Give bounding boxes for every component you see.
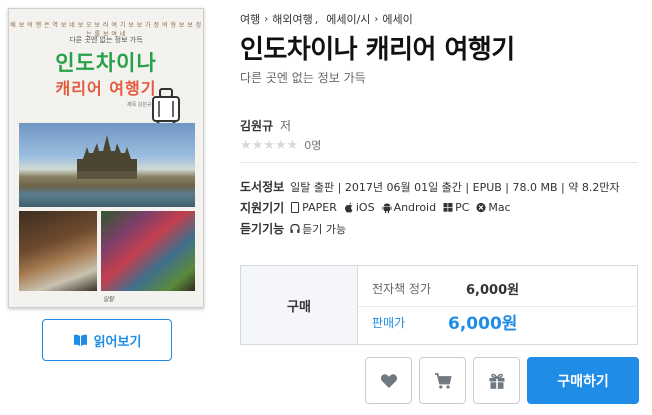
breadcrumb-item-essay-poetry[interactable]: 에세이/시 [326, 11, 370, 27]
devices-row: 지원기기 PAPER iOS Android PC Mac [240, 199, 518, 216]
cover-subtitle: 다른 곳엔 없는 정보 가득 [69, 36, 143, 44]
author-role: 저 [279, 119, 291, 133]
gift-icon [489, 373, 504, 389]
divider [240, 162, 638, 163]
apple-icon [344, 202, 353, 213]
author-name[interactable]: 김원규 [240, 119, 273, 133]
list-price-label: 전자책 정가 [372, 282, 432, 296]
book-description: 다른 곳엔 없는 정보 가득 [240, 71, 366, 85]
cover-publisher: 일탈 [103, 296, 115, 303]
book-info-label: 도서정보 [240, 180, 285, 194]
listen-feature: 듣기 가능 [290, 221, 346, 237]
book-info-value: 일탈 출판 | 2017년 06월 01일 출간 | EPUB | 78.0 M… [290, 180, 620, 194]
breadcrumb-item-overseas-travel[interactable]: 해외여행 [272, 11, 312, 27]
cart-button[interactable] [419, 357, 466, 404]
cover-photo-market [101, 211, 195, 291]
sale-price-row: 판매가 6,000원 [372, 314, 517, 334]
price-box: 구매 전자책 정가 6,000원 판매가 6,000원 [240, 265, 638, 345]
device-android: Android [382, 201, 437, 214]
device-mac-label: Mac [488, 201, 511, 214]
book-open-icon [73, 334, 87, 346]
mac-icon [476, 202, 487, 213]
temple-silhouette [77, 135, 137, 179]
gift-button[interactable] [473, 357, 520, 404]
device-android-label: Android [393, 201, 437, 214]
suitcase-icon [152, 88, 180, 126]
listen-value: 듣기 가능 [302, 222, 347, 236]
cover-photo-temple [19, 123, 195, 207]
sale-price-value: 6,000원 [448, 314, 518, 334]
breadcrumb-item-essay[interactable]: 에세이 [382, 11, 412, 27]
listen-label: 듣기기능 [240, 222, 285, 236]
author-row: 김원규 저 [240, 117, 291, 134]
price-divider [358, 306, 637, 307]
wishlist-button[interactable] [365, 357, 412, 404]
cart-icon [434, 372, 452, 389]
windows-icon [443, 203, 453, 212]
rating-count: 0명 [304, 139, 322, 152]
read-preview-label: 읽어보기 [93, 334, 142, 350]
sale-price-label: 판매가 [372, 316, 406, 330]
cover-author: 제목 김원규 [127, 102, 152, 108]
android-icon [382, 203, 392, 213]
device-mac: Mac [476, 201, 511, 214]
list-price-row: 전자책 정가 6,000원 [372, 280, 519, 298]
read-preview-button[interactable]: 읽어보기 [42, 319, 172, 361]
price-rows: 전자책 정가 6,000원 판매가 6,000원 [358, 266, 637, 344]
device-pc-label: PC [455, 201, 470, 214]
devices-label: 지원기기 [240, 201, 285, 215]
purchase-section-label: 구매 [241, 266, 358, 344]
book-cover: 베 보 여 행 은 역 보 네 보 오 보 러 여 기 보 보 가 정 여 형 … [8, 8, 204, 308]
heart-icon [380, 373, 397, 388]
book-info-row: 도서정보 일탈 출판 | 2017년 06월 01일 출간 | EPUB | 7… [240, 178, 620, 195]
breadcrumb-comma: , [314, 12, 319, 26]
cover-title-line1: 인도차이나 [55, 51, 157, 75]
breadcrumb-item-travel[interactable]: 여행 [240, 11, 260, 27]
rating-row: ★★★★★ 0명 [240, 137, 321, 153]
device-paper-label: PAPER [302, 201, 337, 214]
breadcrumb: 여행 › 해외여행 , 에세이/시 › 에세이 [240, 11, 413, 27]
listen-row: 듣기기능 듣기 가능 [240, 220, 353, 237]
device-ios: iOS [344, 201, 375, 214]
book-title: 인도차이나 캐리어 여행기 [240, 35, 515, 65]
device-paper: PAPER [290, 201, 337, 214]
list-price-value: 6,000원 [466, 283, 520, 298]
chevron-right-icon: › [264, 13, 269, 25]
device-pc: PC [443, 201, 469, 214]
chevron-right-icon: › [374, 13, 379, 25]
paper-icon [291, 202, 300, 213]
device-ios-label: iOS [355, 201, 375, 214]
buy-button[interactable]: 구매하기 [527, 357, 639, 404]
cover-photo-portrait [19, 211, 97, 291]
headphones-icon [290, 223, 300, 233]
star-rating-icon: ★★★★★ [240, 137, 299, 153]
